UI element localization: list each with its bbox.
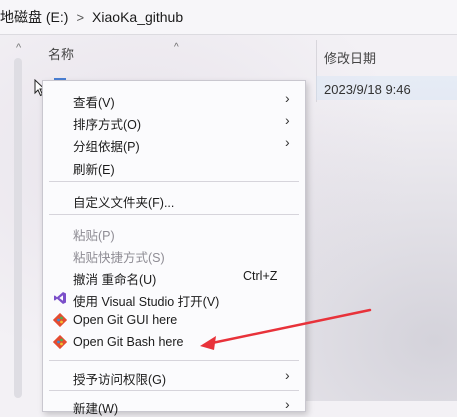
menu-separator: [49, 214, 299, 215]
chevron-right-icon: ›: [285, 112, 290, 128]
git-icon: [53, 313, 67, 327]
context-menu: 查看(V) › 排序方式(O) › 分组依据(P) › 刷新(E) 自定义文件夹…: [42, 80, 306, 416]
menu-item-undo-rename[interactable]: 撤消 重命名(U) Ctrl+Z: [43, 265, 305, 287]
menu-item-open-git-gui[interactable]: Open Git GUI here: [43, 309, 305, 331]
menu-item-shortcut: Ctrl+Z: [243, 269, 278, 283]
git-icon: [53, 335, 67, 349]
scroll-up-icon[interactable]: ^: [16, 42, 21, 54]
column-date-header[interactable]: 修改日期: [324, 48, 376, 67]
menu-item-label: 查看(V): [73, 96, 115, 110]
scrollbar[interactable]: [14, 58, 22, 398]
visual-studio-icon: [54, 292, 66, 304]
chevron-right-icon: ›: [285, 367, 290, 383]
menu-item-refresh[interactable]: 刷新(E): [43, 155, 305, 177]
menu-item-label: Open Git GUI here: [73, 313, 178, 327]
menu-item-label: 粘贴(P): [73, 229, 115, 243]
breadcrumb-chevron-icon: >: [76, 9, 85, 25]
chevron-right-icon: ›: [285, 134, 290, 150]
menu-item-give-access[interactable]: 授予访问权限(G) ›: [43, 365, 305, 387]
file-date-modified: 2023/9/18 9:46: [324, 82, 411, 97]
menu-separator: [49, 181, 299, 182]
menu-item-paste-shortcut[interactable]: 粘贴快捷方式(S): [43, 243, 305, 265]
menu-item-label: Open Git Bash here: [73, 335, 184, 349]
menu-item-label: 分组依据(P): [73, 140, 140, 154]
chevron-right-icon: ›: [285, 396, 290, 412]
menu-item-label: 授予访问权限(G): [73, 373, 167, 387]
breadcrumb-drive[interactable]: 本地磁盘 (E:): [0, 7, 68, 27]
menu-item-label: 使用 Visual Studio 打开(V): [73, 295, 220, 309]
menu-item-view[interactable]: 查看(V) ›: [43, 88, 305, 110]
sort-ascending-icon: ^: [174, 42, 179, 53]
chevron-right-icon: ›: [285, 90, 290, 106]
menu-item-label: 粘贴快捷方式(S): [73, 251, 165, 265]
menu-item-open-with-visual-studio[interactable]: 使用 Visual Studio 打开(V): [43, 287, 305, 309]
menu-item-label: 刷新(E): [73, 163, 115, 177]
address-bar[interactable]: 本地磁盘 (E:) > XiaoKa_github: [0, 0, 457, 35]
menu-item-label: 自定义文件夹(F)...: [73, 196, 175, 210]
menu-item-sort-by[interactable]: 排序方式(O) ›: [43, 110, 305, 132]
breadcrumb-folder[interactable]: XiaoKa_github: [92, 9, 183, 25]
menu-item-open-git-bash[interactable]: Open Git Bash here: [43, 331, 305, 353]
menu-item-label: 排序方式(O): [73, 118, 142, 132]
menu-item-group-by[interactable]: 分组依据(P) ›: [43, 132, 305, 154]
menu-separator: [49, 390, 299, 391]
menu-item-customize-folder[interactable]: 自定义文件夹(F)...: [43, 188, 305, 210]
column-header: 名称 ^ 修改日期: [0, 40, 457, 102]
menu-separator: [49, 360, 299, 361]
menu-item-new[interactable]: 新建(W) ›: [43, 394, 305, 416]
column-name-header[interactable]: 名称: [48, 44, 74, 63]
menu-item-label: 撤消 重命名(U): [73, 273, 157, 287]
menu-item-paste[interactable]: 粘贴(P): [43, 221, 305, 243]
